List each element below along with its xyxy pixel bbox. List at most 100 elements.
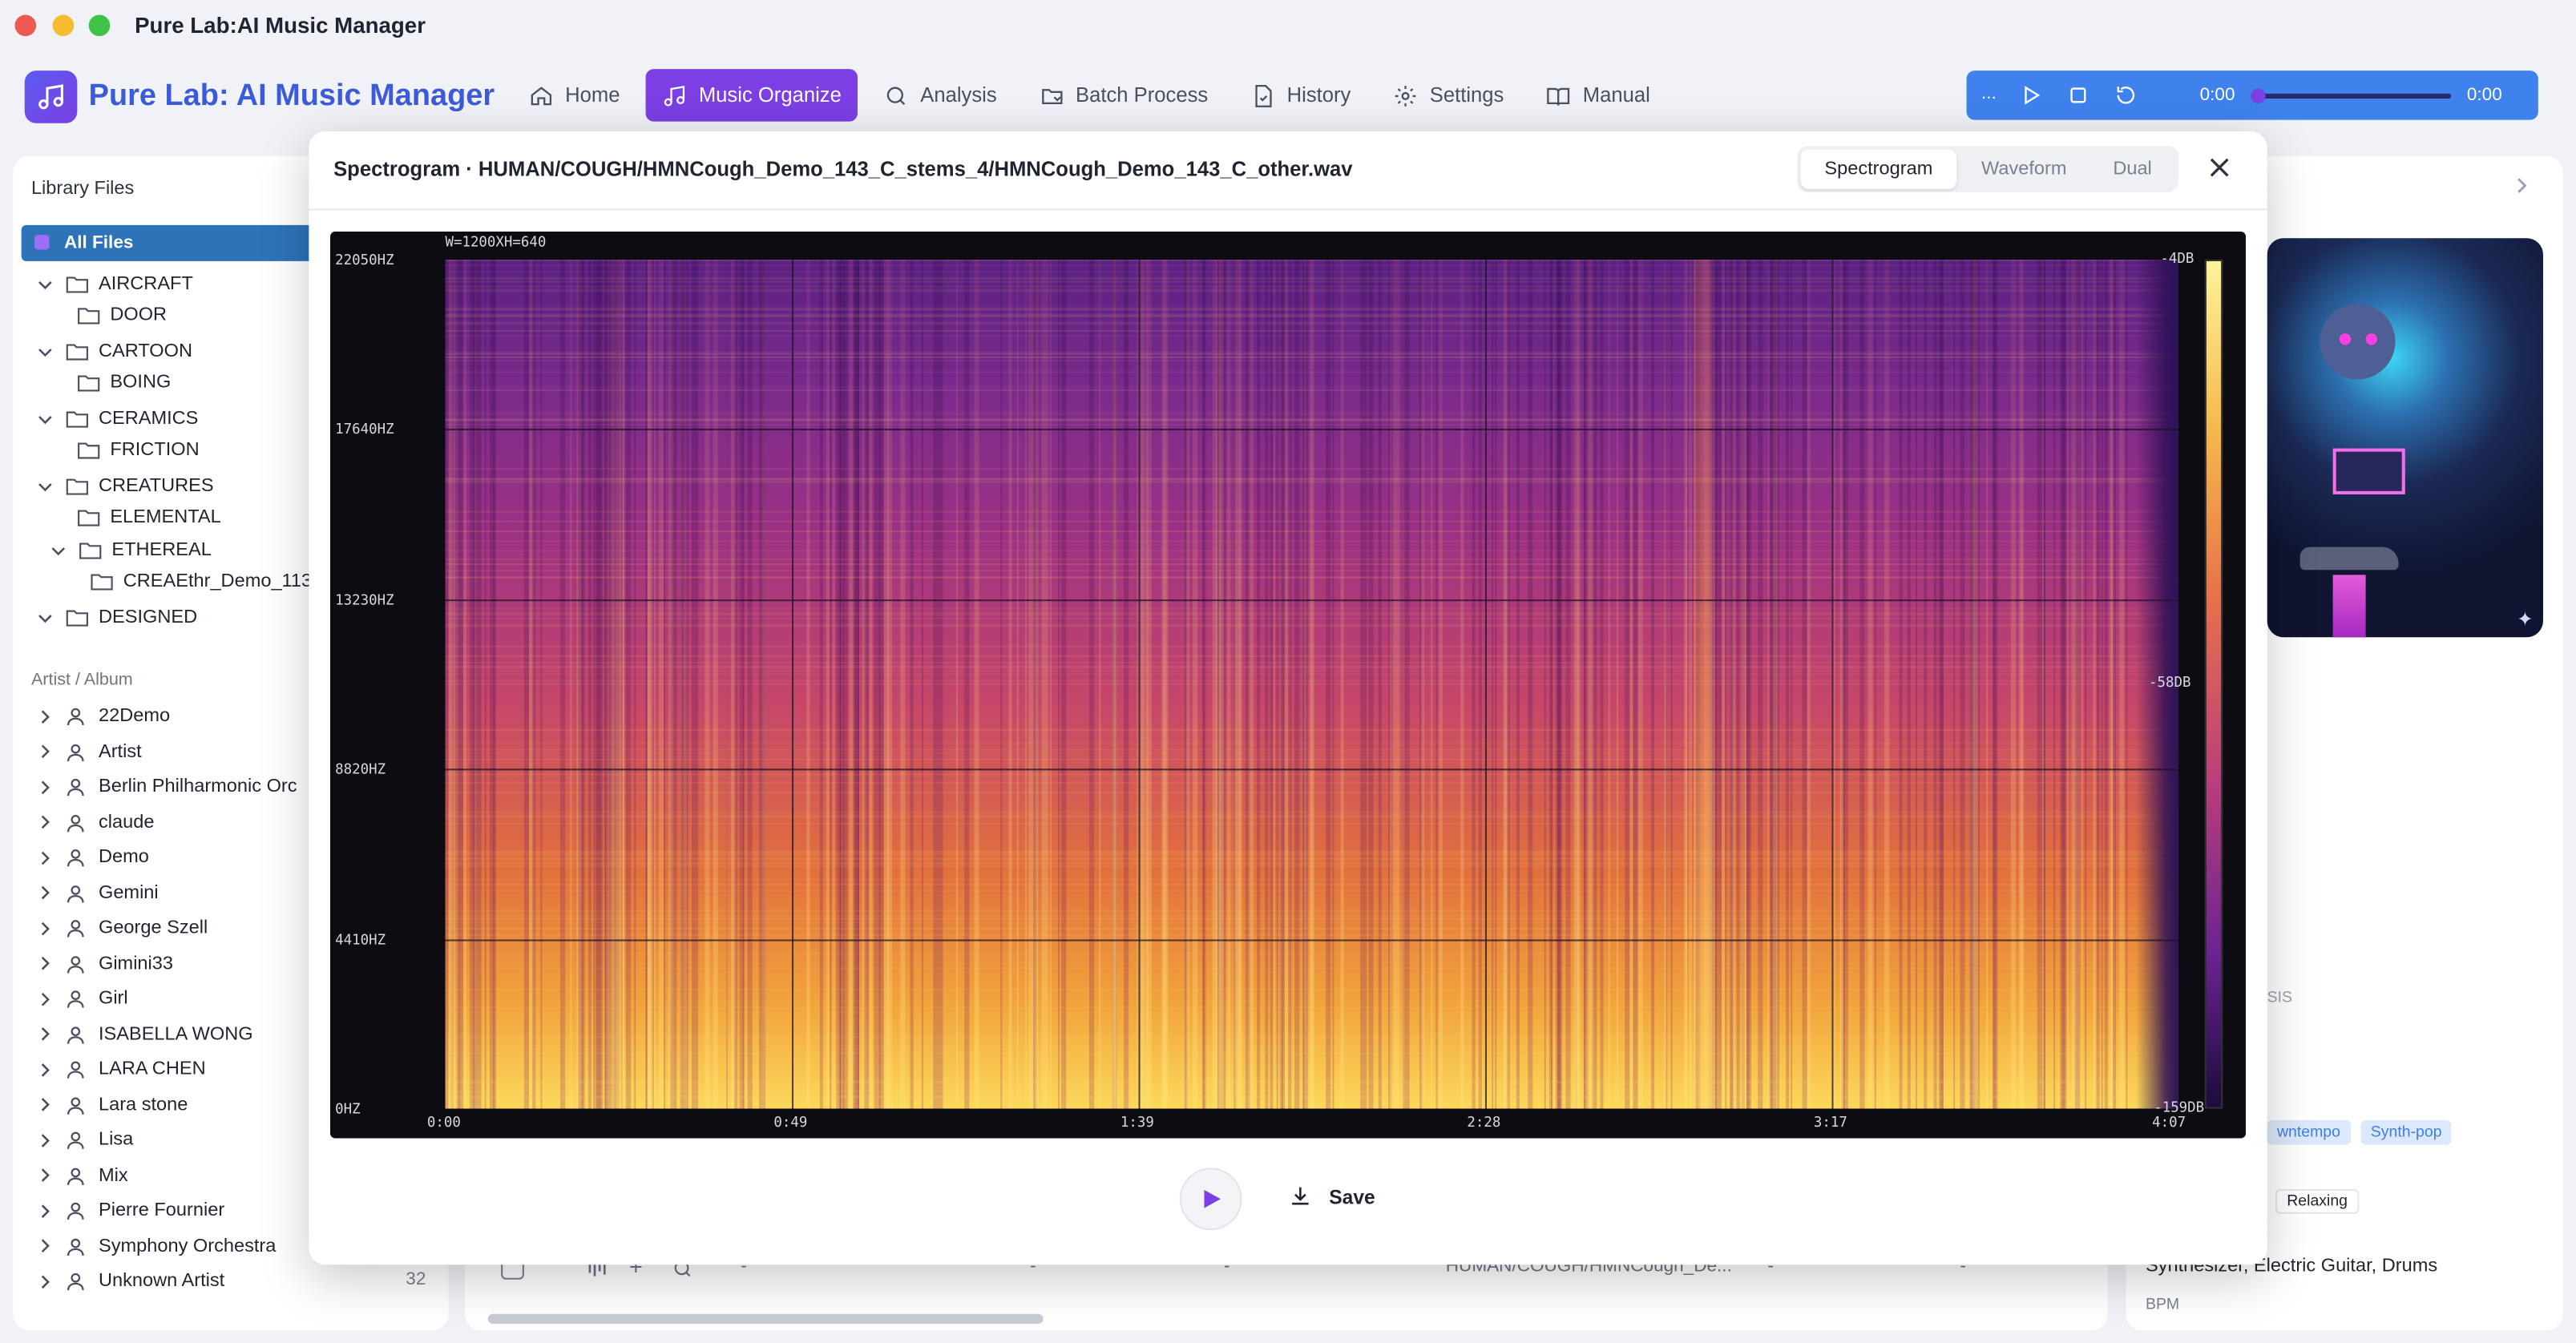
spectrogram-harmonic [445,752,2178,754]
artist-item[interactable]: Symphony Orchestra [38,1231,276,1260]
artist-item[interactable]: Artist [38,736,142,766]
folder-item[interactable]: ELEMENTAL [77,502,221,532]
player-progress-track[interactable] [2257,93,2452,99]
tab-spectrogram[interactable]: Spectrogram [1800,149,1957,189]
save-label: Save [1329,1184,1375,1208]
chevron-down-icon[interactable] [38,411,52,425]
spectrogram-harmonic [445,1047,2178,1050]
folder-item[interactable]: CERAMICS [38,404,198,434]
chevron-down-icon[interactable] [38,344,52,358]
mood-tag[interactable]: Relaxing [2275,1189,2360,1214]
artist-item[interactable]: Berlin Philharmonic Orc [38,772,297,801]
chevron-down-icon[interactable] [51,542,66,557]
artist-item[interactable]: ISABELLA WONG [38,1019,253,1049]
horizontal-scrollbar[interactable] [487,1313,1044,1325]
nav-settings[interactable]: Settings [1377,69,1520,122]
chevron-right-icon[interactable] [38,744,52,759]
grid-line-h [445,599,2178,602]
tab-waveform[interactable]: Waveform [1963,150,2085,189]
spectrogram-harmonic [445,934,2178,937]
chevron-right-icon[interactable] [38,1132,52,1147]
artist-label: Lisa [98,1130,134,1150]
x-tick-label: 3:17 [1813,1115,1847,1132]
spectrogram-plot-area [445,259,2178,1109]
artist-item[interactable]: Mix [38,1160,128,1190]
folder-item[interactable]: FRICTION [77,435,200,465]
stop-icon[interactable] [2067,84,2090,107]
close-window-button[interactable] [14,14,37,37]
artist-item[interactable]: Unknown Artist [38,1266,224,1296]
chevron-right-icon[interactable] [38,885,52,900]
nav-history[interactable]: History [1234,69,1367,122]
spectrogram-harmonic [445,418,2178,421]
artist-item[interactable]: Gemini [38,878,159,908]
chevron-down-icon[interactable] [38,276,52,291]
play-button[interactable] [1179,1168,1242,1231]
genre-tag[interactable]: Synth-pop [2360,1119,2452,1145]
chevron-right-icon[interactable] [38,991,52,1006]
book-icon [1548,87,1570,105]
player-more-button[interactable]: ... [1981,84,1997,104]
chevron-right-icon[interactable] [38,1168,52,1182]
chevron-right-icon[interactable] [38,956,52,970]
play-icon[interactable] [2019,84,2042,107]
artist-item[interactable]: Gimini33 [38,949,173,978]
minimize-window-button[interactable] [52,14,75,37]
chevron-right-icon[interactable] [38,780,52,794]
chevron-right-icon[interactable] [38,1239,52,1253]
artist-item[interactable]: Lisa [38,1125,133,1155]
artist-item[interactable]: claude [38,807,154,837]
artist-item[interactable]: LARA CHEN [38,1055,206,1084]
artist-item[interactable]: Girl [38,984,128,1014]
person-icon [67,1096,84,1114]
nav-manual[interactable]: Manual [1530,69,1666,122]
close-icon[interactable] [2210,158,2230,178]
artist-item[interactable]: Lara stone [38,1090,188,1119]
genre-tag[interactable]: wntempo [2267,1119,2351,1145]
grid-line-v [1138,259,1141,1109]
maximize-window-button[interactable] [88,14,111,37]
spectrogram-harmonic [445,420,2178,422]
chevron-right-icon[interactable] [38,1062,52,1076]
tab-dual[interactable]: Dual [2091,150,2173,189]
spectrogram-harmonic [445,909,2178,912]
nav-home[interactable]: Home [513,69,636,122]
folder-item[interactable]: CARTOON [38,337,192,366]
batch-folder-icon [1041,88,1062,104]
spectrogram-harmonic [445,1082,2178,1084]
folder-item[interactable]: CREAEthr_Demo_113 [91,567,312,596]
artist-item[interactable]: George Szell [38,913,208,943]
folder-item[interactable]: DOOR [77,300,167,330]
player-progress-knob[interactable] [2251,88,2266,104]
chevron-right-icon[interactable] [38,815,52,829]
save-button[interactable]: Save [1288,1184,1375,1209]
chevron-right-icon[interactable] [38,850,52,865]
chevron-down-icon[interactable] [38,478,52,493]
chevron-right-icon[interactable] [2513,177,2530,193]
artist-item[interactable]: Pierre Fournier [38,1196,224,1225]
person-icon [67,1272,84,1291]
chevron-right-icon[interactable] [38,708,52,723]
nav-batch-process[interactable]: Batch Process [1023,69,1224,122]
player-current-time: 0:00 [2199,85,2235,106]
chevron-down-icon[interactable] [38,610,52,624]
artist-item[interactable]: Demo [38,843,149,873]
chevron-right-icon[interactable] [38,1203,52,1217]
chevron-right-icon[interactable] [38,1026,52,1041]
spectrogram-harmonic [445,558,2178,560]
folder-item[interactable]: CREATURES [38,471,214,501]
chevron-right-icon[interactable] [38,1097,52,1111]
nav-analysis[interactable]: Analysis [868,69,1013,122]
artist-item[interactable]: 22Demo [38,701,170,731]
folder-item[interactable]: BOING [77,368,171,397]
spectrogram-harmonic [445,389,2178,391]
folder-item[interactable]: ETHEREAL [51,535,212,565]
chevron-right-icon[interactable] [38,921,52,935]
spectrogram-harmonic [445,967,2178,970]
folder-item[interactable]: DESIGNED [38,603,197,632]
repeat-icon[interactable] [2114,84,2138,107]
chevron-right-icon[interactable] [38,1274,52,1289]
folder-item[interactable]: AIRCRAFT [38,269,193,299]
nav-label: Batch Process [1076,83,1209,107]
nav-music-organize[interactable]: Music Organize [646,69,858,122]
